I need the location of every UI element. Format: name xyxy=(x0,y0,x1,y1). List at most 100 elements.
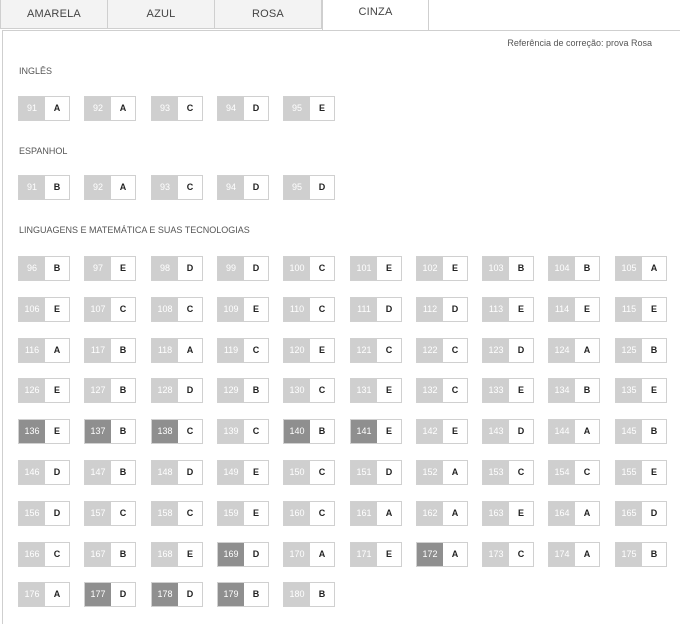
answer-cell[interactable]: 132 C xyxy=(416,378,468,403)
answer-cell[interactable]: 129 B xyxy=(217,378,269,403)
answer-cell[interactable]: 120 E xyxy=(283,338,335,363)
answer-cell[interactable]: 95 D xyxy=(283,175,335,200)
answer-cell[interactable]: 147 B xyxy=(84,460,136,485)
tab-amarela[interactable]: AMARELA xyxy=(0,0,108,29)
answer-cell[interactable]: 141 E xyxy=(350,419,402,444)
answer-cell[interactable]: 103 B xyxy=(482,256,534,281)
answer-cell[interactable]: 127 B xyxy=(84,378,136,403)
answer-cell[interactable]: 160 C xyxy=(283,501,335,526)
answer-cell[interactable]: 133 E xyxy=(482,378,534,403)
answer-cell[interactable]: 118 A xyxy=(151,338,203,363)
answer-cell[interactable]: 114 E xyxy=(548,297,600,322)
answer-cell[interactable]: 100 C xyxy=(283,256,335,281)
answer-cell[interactable]: 136 E xyxy=(18,419,70,444)
answer-cell[interactable]: 124 A xyxy=(548,338,600,363)
answer-cell[interactable]: 165 D xyxy=(615,501,667,526)
answer-cell[interactable]: 157 C xyxy=(84,501,136,526)
answer-cell[interactable]: 159 E xyxy=(217,501,269,526)
answer-cell[interactable]: 153 C xyxy=(482,460,534,485)
answer-cell[interactable]: 121 C xyxy=(350,338,402,363)
answer-cell[interactable]: 163 E xyxy=(482,501,534,526)
answer-cell[interactable]: 97 E xyxy=(84,256,136,281)
answer-cell[interactable]: 148 D xyxy=(151,460,203,485)
tab-cinza[interactable]: CINZA xyxy=(322,0,429,31)
answer-cell[interactable]: 135 E xyxy=(615,378,667,403)
answer-cell[interactable]: 143 D xyxy=(482,419,534,444)
answer-cell[interactable]: 169 D xyxy=(217,542,269,567)
answer-cell[interactable]: 94 D xyxy=(217,96,269,121)
answer-cell[interactable]: 156 D xyxy=(18,501,70,526)
answer-cell[interactable]: 179 B xyxy=(217,582,269,607)
answer-cell[interactable]: 102 E xyxy=(416,256,468,281)
answer-cell[interactable]: 142 E xyxy=(416,419,468,444)
answer-cell[interactable]: 92 A xyxy=(84,175,136,200)
answer-cell[interactable]: 95 E xyxy=(283,96,335,121)
answer-cell[interactable]: 168 E xyxy=(151,542,203,567)
answer-cell[interactable]: 126 E xyxy=(18,378,70,403)
answer-cell[interactable]: 125 B xyxy=(615,338,667,363)
answer-cell[interactable]: 138 C xyxy=(151,419,203,444)
answer-cell[interactable]: 150 C xyxy=(283,460,335,485)
answer-cell[interactable]: 112 D xyxy=(416,297,468,322)
answer-cell[interactable]: 113 E xyxy=(482,297,534,322)
answer-cell[interactable]: 130 C xyxy=(283,378,335,403)
answer-cell[interactable]: 105 A xyxy=(615,256,667,281)
answer-cell[interactable]: 149 E xyxy=(217,460,269,485)
answer-cell[interactable]: 98 D xyxy=(151,256,203,281)
answer-cell[interactable]: 154 C xyxy=(548,460,600,485)
answer-cell[interactable]: 145 B xyxy=(615,419,667,444)
answer-cell[interactable]: 137 B xyxy=(84,419,136,444)
answer-cell[interactable]: 171 E xyxy=(350,542,402,567)
answer-cell[interactable]: 108 C xyxy=(151,297,203,322)
answer-cell[interactable]: 119 C xyxy=(217,338,269,363)
answer-cell[interactable]: 123 D xyxy=(482,338,534,363)
answer-cell[interactable]: 167 B xyxy=(84,542,136,567)
answer-cell[interactable]: 170 A xyxy=(283,542,335,567)
answer-cell[interactable]: 91 A xyxy=(18,96,70,121)
answer-cell[interactable]: 94 D xyxy=(217,175,269,200)
answer-cell[interactable]: 146 D xyxy=(18,460,70,485)
answer-cell[interactable]: 139 C xyxy=(217,419,269,444)
answer-cell[interactable]: 177 D xyxy=(84,582,136,607)
answer-cell[interactable]: 122 C xyxy=(416,338,468,363)
answer-cell[interactable]: 111 D xyxy=(350,297,402,322)
answer-cell[interactable]: 128 D xyxy=(151,378,203,403)
answer-cell[interactable]: 173 C xyxy=(482,542,534,567)
answer-cell[interactable]: 93 C xyxy=(151,96,203,121)
answer-cell[interactable]: 162 A xyxy=(416,501,468,526)
answer-cell[interactable]: 101 E xyxy=(350,256,402,281)
answer-cell[interactable]: 180 B xyxy=(283,582,335,607)
answer-cell[interactable]: 115 E xyxy=(615,297,667,322)
answer-cell[interactable]: 155 E xyxy=(615,460,667,485)
answer-cell[interactable]: 96 B xyxy=(18,256,70,281)
answer-cell[interactable]: 151 D xyxy=(350,460,402,485)
answer-cell[interactable]: 106 E xyxy=(18,297,70,322)
answer-cell[interactable]: 131 E xyxy=(350,378,402,403)
answer-cell[interactable]: 116 A xyxy=(18,338,70,363)
answer-cell[interactable]: 104 B xyxy=(548,256,600,281)
answer-cell[interactable]: 152 A xyxy=(416,460,468,485)
answer-cell[interactable]: 93 C xyxy=(151,175,203,200)
answer-cell[interactable]: 99 D xyxy=(217,256,269,281)
answer-cell[interactable]: 117 B xyxy=(84,338,136,363)
answer-cell[interactable]: 176 A xyxy=(18,582,70,607)
answer-cell[interactable]: 140 B xyxy=(283,419,335,444)
answer-cell[interactable]: 134 B xyxy=(548,378,600,403)
answer-letter: C xyxy=(318,467,326,477)
answer-cell[interactable]: 92 A xyxy=(84,96,136,121)
answer-cell[interactable]: 144 A xyxy=(548,419,600,444)
answer-cell[interactable]: 91 B xyxy=(18,175,70,200)
answer-cell[interactable]: 109 E xyxy=(217,297,269,322)
answer-cell[interactable]: 110 C xyxy=(283,297,335,322)
answer-cell[interactable]: 175 B xyxy=(615,542,667,567)
answer-cell[interactable]: 107 C xyxy=(84,297,136,322)
answer-cell[interactable]: 161 A xyxy=(350,501,402,526)
answer-cell[interactable]: 166 C xyxy=(18,542,70,567)
answer-cell[interactable]: 158 C xyxy=(151,501,203,526)
answer-cell[interactable]: 174 A xyxy=(548,542,600,567)
answer-cell[interactable]: 178 D xyxy=(151,582,203,607)
answer-cell[interactable]: 164 A xyxy=(548,501,600,526)
tab-rosa[interactable]: ROSA xyxy=(214,0,322,29)
tab-azul[interactable]: AZUL xyxy=(107,0,215,29)
answer-cell[interactable]: 172 A xyxy=(416,542,468,567)
